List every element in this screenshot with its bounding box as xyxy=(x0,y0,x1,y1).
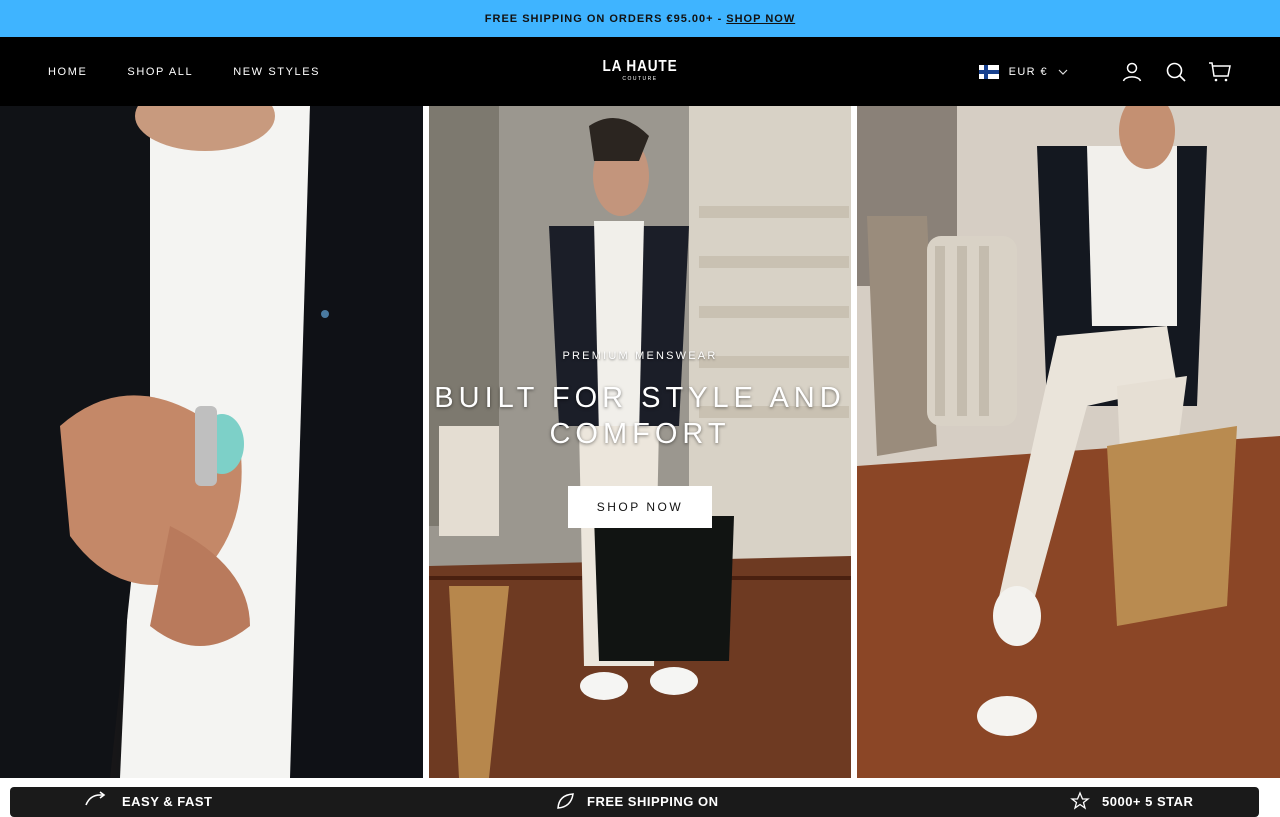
hero-section: PREMIUM MENSWEAR BUILT FOR STYLE AND COM… xyxy=(0,106,1280,778)
cart-icon[interactable] xyxy=(1208,60,1232,84)
currency-selector[interactable]: EUR € xyxy=(978,64,1068,79)
feature-label: 5000+ 5 STAR xyxy=(1102,793,1194,809)
logo-subtitle: COUTURE xyxy=(622,76,658,82)
leaf-icon xyxy=(557,793,574,809)
feature-easy-fast: EASY & FAST xyxy=(82,791,213,811)
announcement-shop-now-link[interactable]: SHOP NOW xyxy=(726,13,795,25)
site-header: HOME SHOP ALL NEW STYLES LA HAUTE COUTUR… xyxy=(0,37,1280,106)
header-actions: EUR € xyxy=(978,37,1232,106)
hero-headline: BUILT FOR STYLE AND COMFORT xyxy=(429,380,851,452)
hero-shop-now-button[interactable]: SHOP NOW xyxy=(568,486,712,528)
hero-content: PREMIUM MENSWEAR BUILT FOR STYLE AND COM… xyxy=(429,350,851,528)
feature-label: EASY & FAST xyxy=(122,793,213,809)
announcement-bar: FREE SHIPPING ON ORDERS €95.00+ - SHOP N… xyxy=(0,0,1280,37)
hero-headline-line-1: BUILT FOR STYLE AND xyxy=(434,382,846,414)
nav-new-styles[interactable]: NEW STYLES xyxy=(233,66,320,78)
search-icon[interactable] xyxy=(1164,60,1188,84)
account-icon[interactable] xyxy=(1120,60,1144,84)
feature-label: FREE SHIPPING ON xyxy=(587,793,719,809)
chevron-down-icon xyxy=(1058,69,1068,75)
feature-free-shipping: FREE SHIPPING ON xyxy=(555,791,719,811)
nav-shop-all[interactable]: SHOP ALL xyxy=(127,66,193,78)
announcement-text: FREE SHIPPING ON ORDERS €95.00+ - xyxy=(484,12,723,25)
star-icon xyxy=(1070,791,1090,810)
finland-flag-icon xyxy=(978,64,999,79)
hero-image-right xyxy=(857,106,1280,778)
hero-headline-line-2: COMFORT xyxy=(549,418,731,450)
hero-image-left xyxy=(0,106,423,778)
feature-reviews: 5000+ 5 STAR xyxy=(1070,791,1193,811)
feature-bar: EASY & FAST FREE SHIPPING ON 5000+ 5 STA… xyxy=(10,787,1259,817)
returns-icon xyxy=(85,791,106,806)
logo-wordmark: LA HAUTE xyxy=(602,58,678,75)
currency-label: EUR € xyxy=(1008,65,1048,78)
hero-eyebrow: PREMIUM MENSWEAR xyxy=(562,350,718,362)
main-nav: HOME SHOP ALL NEW STYLES xyxy=(48,37,320,106)
nav-home[interactable]: HOME xyxy=(48,66,87,78)
site-logo[interactable]: LA HAUTE COUTURE xyxy=(560,59,720,83)
